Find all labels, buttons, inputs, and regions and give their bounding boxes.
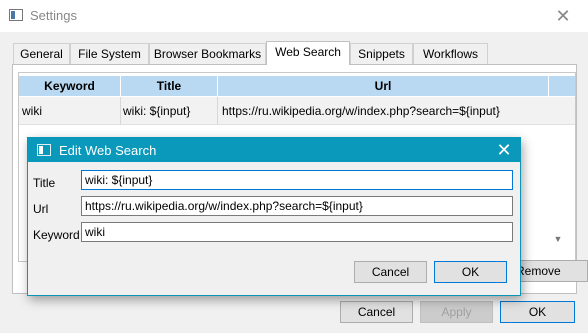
- keyword-label: Keyword: [33, 228, 80, 242]
- close-icon[interactable]: ✕: [548, 6, 578, 26]
- tab-snippets[interactable]: Snippets: [350, 43, 413, 64]
- dialog-ok-button[interactable]: OK: [434, 261, 507, 283]
- column-header-filler: [549, 76, 575, 96]
- url-label: Url: [33, 202, 49, 216]
- column-header-title[interactable]: Title: [121, 76, 217, 96]
- settings-title-bar: [0, 0, 588, 32]
- column-divider: [120, 97, 121, 125]
- column-divider: [217, 97, 218, 125]
- apply-button[interactable]: Apply: [420, 301, 493, 323]
- dialog-title: Edit Web Search: [59, 143, 157, 158]
- window-icon: [9, 9, 23, 21]
- tab-file-system[interactable]: File System: [70, 43, 149, 64]
- title-label: Title: [33, 176, 56, 190]
- window-title: Settings: [30, 8, 77, 23]
- keyword-field[interactable]: wiki: [81, 222, 513, 242]
- tab-general[interactable]: General: [13, 43, 70, 64]
- column-header-keyword[interactable]: Keyword: [19, 76, 120, 96]
- tab-browser-bookmarks[interactable]: Browser Bookmarks: [149, 43, 266, 64]
- tab-workflows[interactable]: Workflows: [413, 43, 488, 64]
- dialog-cancel-button[interactable]: Cancel: [354, 261, 427, 283]
- url-field[interactable]: https://ru.wikipedia.org/w/index.php?sea…: [81, 196, 513, 216]
- title-field[interactable]: wiki: ${input}: [81, 170, 513, 190]
- cell-title: wiki: ${input}: [123, 104, 191, 118]
- tab-web-search[interactable]: Web Search: [266, 41, 350, 65]
- ok-button[interactable]: OK: [500, 301, 575, 323]
- dialog-close-icon[interactable]: ✕: [492, 139, 516, 161]
- cell-keyword: wiki: [22, 104, 42, 118]
- scroll-down-arrow-icon[interactable]: ▼: [553, 234, 563, 246]
- cell-url: https://ru.wikipedia.org/w/index.php?sea…: [222, 104, 500, 118]
- dialog-window-icon: [37, 144, 51, 156]
- column-header-url[interactable]: Url: [218, 76, 548, 96]
- cancel-button[interactable]: Cancel: [340, 301, 413, 323]
